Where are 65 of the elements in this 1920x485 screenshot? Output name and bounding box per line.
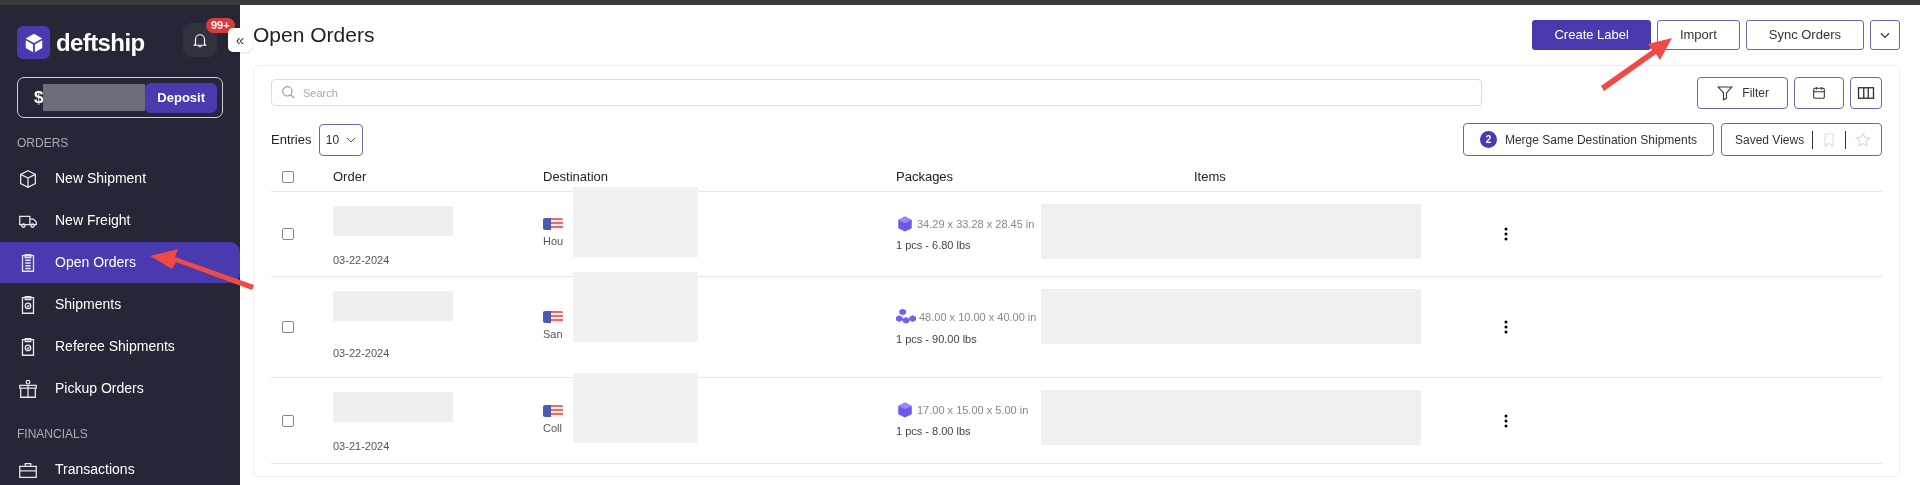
- box-icon: [896, 214, 914, 233]
- sidebar-item[interactable]: Referee Shipments: [0, 326, 240, 367]
- filter-button[interactable]: Filter: [1697, 76, 1788, 109]
- create-label-button[interactable]: Create Label: [1532, 20, 1651, 50]
- filter-icon: [1716, 83, 1735, 102]
- column-header: Order: [333, 167, 368, 186]
- section-heading: ORDERS: [16, 135, 70, 152]
- star-icon[interactable]: [1854, 130, 1873, 149]
- page-title: Open Orders: [253, 22, 375, 49]
- more-options-icon: [1504, 227, 1508, 241]
- sidebar-item[interactable]: New Shipment: [0, 158, 240, 199]
- more-options-icon: [1504, 413, 1508, 428]
- count-badge: 2: [1479, 131, 1497, 148]
- logo-icon: [17, 26, 50, 59]
- sidebar-item[interactable]: Pickup Orders: [0, 368, 240, 409]
- currency-sign: $: [34, 86, 44, 109]
- box-icon: [17, 167, 39, 190]
- saved-views-label: Saved Views: [1735, 131, 1805, 149]
- us-flag-icon: [543, 218, 563, 231]
- package-dimensions: 48.00 x 10.00 x 40.00 in: [919, 309, 1037, 325]
- columns-button[interactable]: [1850, 76, 1882, 109]
- checkbox[interactable]: [282, 228, 294, 240]
- sidebar-item[interactable]: Shipments: [0, 284, 240, 325]
- calendar-icon: [1811, 84, 1827, 101]
- dropdown-button[interactable]: [1870, 20, 1900, 50]
- destination-text: Hou: [543, 234, 565, 250]
- deposit-button[interactable]: Deposit: [145, 82, 217, 113]
- package-dimensions: 34.29 x 33.28 x 28.45 in: [917, 216, 1035, 232]
- entries-label: Entries: [271, 130, 312, 149]
- box-icon: [896, 401, 914, 420]
- sidebar-item[interactable]: Open Orders: [0, 242, 240, 283]
- collapse-button[interactable]: «: [228, 28, 252, 52]
- column-header: Items: [1194, 167, 1226, 186]
- merge-button[interactable]: 2 Merge Same Destination Shipments: [1462, 123, 1714, 156]
- section-heading: FINANCIALS: [16, 426, 89, 443]
- destination-text: Coll: [543, 420, 563, 436]
- toolbar-button[interactable]: Sync Orders: [1745, 20, 1864, 50]
- entries-select[interactable]: 10: [319, 123, 364, 156]
- us-flag-icon: [543, 404, 563, 417]
- calendar-button[interactable]: [1794, 76, 1844, 109]
- more-options-icon: [1504, 320, 1508, 334]
- order-date: 03-22-2024: [333, 252, 390, 268]
- package-icon: [17, 377, 39, 400]
- checkbox[interactable]: [282, 414, 294, 427]
- package-weight: 1 pcs - 8.00 lbs: [896, 424, 972, 440]
- column-header: Packages: [896, 167, 955, 186]
- search-field[interactable]: Search: [271, 79, 1482, 106]
- package-dimensions: 17.00 x 15.00 x 5.00 in: [917, 403, 1029, 418]
- us-flag-icon: [543, 311, 563, 324]
- notification-badge: 99+: [206, 18, 235, 33]
- checkbox[interactable]: [282, 321, 294, 333]
- sidebar-item[interactable]: Transactions: [0, 449, 240, 485]
- search-icon: [280, 84, 296, 100]
- checkbox[interactable]: [282, 170, 294, 183]
- brand-name: deftship: [56, 27, 145, 58]
- destination-text: San: [543, 327, 564, 343]
- columns-icon: [1857, 84, 1875, 101]
- order-date: 03-21-2024: [333, 439, 390, 455]
- package-weight: 1 pcs - 6.80 lbs: [896, 237, 972, 253]
- annotation-arrow: [1601, 38, 1672, 91]
- order-date: 03-22-2024: [333, 345, 390, 361]
- package-weight: 1 pcs - 90.00 lbs: [896, 331, 978, 347]
- column-header: Destination: [543, 167, 610, 186]
- sidebar-item[interactable]: New Freight: [0, 200, 240, 241]
- bell-icon: [191, 31, 209, 49]
